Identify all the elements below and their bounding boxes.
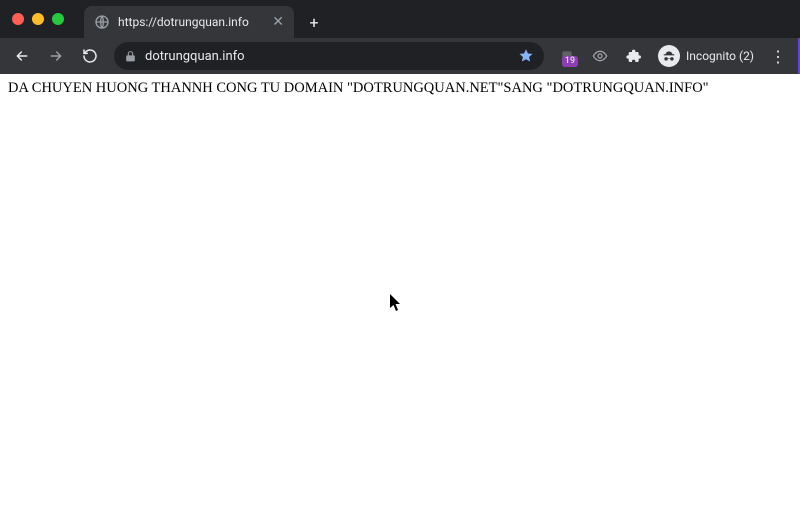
extension-badge[interactable]: 19 bbox=[554, 43, 580, 69]
browser-toolbar: dotrungquan.info 19 Incognito (2) ⋮ bbox=[0, 38, 800, 74]
extensions-puzzle-icon[interactable] bbox=[620, 42, 648, 70]
toolbar-right: 19 Incognito (2) ⋮ bbox=[554, 42, 792, 70]
lock-icon bbox=[124, 50, 137, 63]
tab-title: https://dotrungquan.info bbox=[118, 15, 264, 29]
browser-tab[interactable]: https://dotrungquan.info ✕ bbox=[84, 6, 294, 38]
browser-menu-button[interactable]: ⋮ bbox=[764, 47, 792, 66]
new-tab-button[interactable]: + bbox=[300, 8, 328, 36]
back-button[interactable] bbox=[8, 42, 36, 70]
address-bar[interactable]: dotrungquan.info bbox=[114, 42, 544, 70]
window-controls bbox=[12, 13, 64, 25]
page-viewport: DA CHUYEN HUONG THANNH CONG TU DOMAIN "D… bbox=[0, 74, 800, 525]
bookmark-star-icon[interactable] bbox=[518, 48, 534, 64]
close-tab-icon[interactable]: ✕ bbox=[272, 15, 284, 29]
minimize-window-button[interactable] bbox=[32, 13, 44, 25]
eye-icon[interactable] bbox=[586, 42, 614, 70]
mouse-cursor-icon bbox=[390, 294, 402, 312]
forward-button[interactable] bbox=[42, 42, 70, 70]
url-text: dotrungquan.info bbox=[145, 49, 510, 64]
incognito-icon bbox=[658, 45, 680, 67]
page-body-text: DA CHUYEN HUONG THANNH CONG TU DOMAIN "D… bbox=[8, 80, 792, 97]
extension-badge-count: 19 bbox=[562, 56, 578, 67]
reload-button[interactable] bbox=[76, 42, 104, 70]
incognito-label: Incognito (2) bbox=[686, 49, 754, 63]
globe-icon bbox=[94, 14, 110, 30]
maximize-window-button[interactable] bbox=[52, 13, 64, 25]
incognito-indicator[interactable]: Incognito (2) bbox=[654, 45, 758, 67]
tab-strip: https://dotrungquan.info ✕ + bbox=[0, 0, 800, 38]
close-window-button[interactable] bbox=[12, 13, 24, 25]
